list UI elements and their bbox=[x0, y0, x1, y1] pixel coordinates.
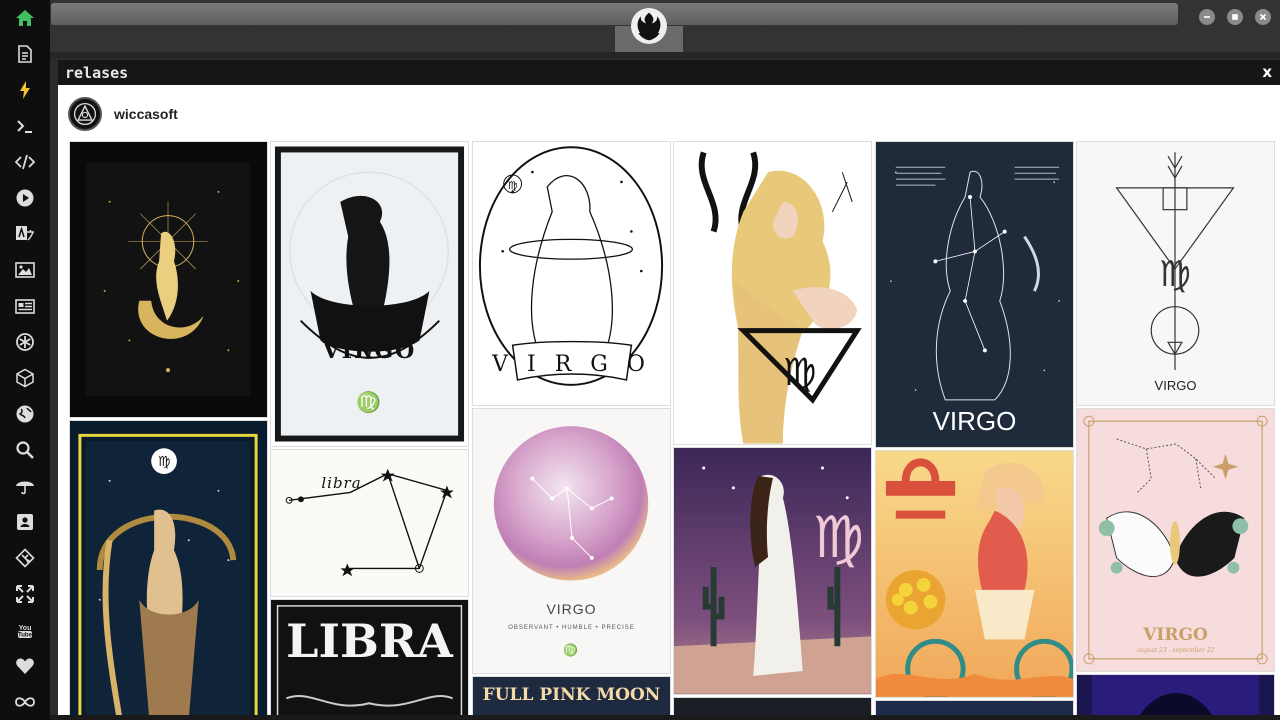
pin-virgo-blonde-illustration[interactable]: ♍ bbox=[673, 141, 872, 445]
toolbar-divider bbox=[50, 52, 1280, 58]
terminal-icon[interactable] bbox=[13, 114, 37, 138]
document-icon[interactable] bbox=[13, 42, 37, 66]
svg-text:♍: ♍ bbox=[1159, 254, 1191, 295]
news-icon[interactable] bbox=[13, 294, 37, 318]
tile-caption: FULL PINK MOON bbox=[482, 685, 661, 705]
expand-icon[interactable] bbox=[13, 582, 37, 606]
tile-subcaption: OBSERVANT • HUMBLE • PRECISE bbox=[508, 625, 635, 631]
svg-text:You: You bbox=[19, 625, 32, 632]
bottom-edge bbox=[50, 715, 1280, 720]
tile-caption: VIRGO bbox=[1143, 625, 1208, 645]
minimize-button[interactable] bbox=[1199, 9, 1215, 25]
releases-panel: relases x wiccasoft ♍ VIRGO ♍ libra LIBR… bbox=[58, 60, 1280, 720]
tile-caption: VIRGO bbox=[322, 338, 417, 364]
pin-virgo-desert-goddess[interactable]: ♍ bbox=[673, 447, 872, 695]
pin-purple-partial[interactable] bbox=[1076, 674, 1275, 720]
pin-virgo-ink-maiden[interactable]: ♍ V I R G O bbox=[472, 141, 671, 406]
pin-full-pink-moon[interactable]: FULL PINK MOON bbox=[472, 676, 671, 720]
heart-icon[interactable] bbox=[13, 654, 37, 678]
translate-icon[interactable] bbox=[13, 222, 37, 246]
umbrella-icon[interactable] bbox=[13, 474, 37, 498]
home-icon[interactable] bbox=[13, 6, 37, 30]
pin-virgo-pink-card[interactable]: VIRGO august 23 - september 22 bbox=[1076, 408, 1275, 672]
pin-virgo-tarot-card[interactable]: ♍ bbox=[69, 420, 268, 720]
svg-text:♍: ♍ bbox=[783, 350, 817, 394]
pin-virgo-gold-moon[interactable] bbox=[69, 141, 268, 418]
pin-libra-bicycle-girl[interactable] bbox=[875, 450, 1074, 698]
contact-icon[interactable] bbox=[13, 510, 37, 534]
maximize-button[interactable] bbox=[1227, 9, 1243, 25]
pin-libra-lettering[interactable]: LIBRA bbox=[270, 599, 469, 720]
pin-virgo-sketch-card[interactable]: VIRGO ♍ bbox=[270, 141, 469, 447]
sidebar-rail: You Tube bbox=[0, 0, 50, 720]
tile-caption: libra bbox=[321, 474, 362, 492]
tile-caption: VIRGO bbox=[932, 406, 1017, 436]
panel-header: relases x bbox=[58, 60, 1280, 85]
profile-header[interactable]: wiccasoft bbox=[68, 96, 178, 132]
close-window-button[interactable] bbox=[1255, 9, 1271, 25]
pin-virgo-geometric[interactable]: ♍ VIRGO bbox=[1076, 141, 1275, 406]
tile-subcaption: august 23 - september 22 bbox=[1136, 647, 1215, 654]
infinity-icon[interactable] bbox=[13, 690, 37, 714]
tile-caption: V I R G O bbox=[492, 352, 651, 377]
play-icon[interactable] bbox=[13, 186, 37, 210]
youtube-icon[interactable]: You Tube bbox=[13, 618, 37, 642]
virgo-glyph-icon: ♍ bbox=[356, 390, 383, 414]
profile-name[interactable]: wiccasoft bbox=[114, 106, 178, 122]
globe-icon[interactable] bbox=[13, 402, 37, 426]
pin-virgo-watercolor[interactable]: VIRGO OBSERVANT • HUMBLE • PRECISE ♍ bbox=[472, 408, 671, 674]
git-icon[interactable] bbox=[13, 546, 37, 570]
image-icon[interactable] bbox=[13, 258, 37, 282]
pin-libra-constellation[interactable]: libra bbox=[270, 449, 469, 597]
svg-text:♍: ♍ bbox=[158, 454, 170, 470]
rebel-alliance-logo-icon[interactable] bbox=[631, 8, 667, 44]
pin-virgo-constellation-figure[interactable]: VIRGO bbox=[875, 141, 1074, 448]
tile-caption: LIBRA bbox=[286, 614, 453, 668]
code-icon[interactable] bbox=[13, 150, 37, 174]
search-icon[interactable] bbox=[13, 438, 37, 462]
settings-cog-icon[interactable] bbox=[13, 330, 37, 354]
tile-caption: VIRGO bbox=[1154, 378, 1197, 393]
cube-icon[interactable] bbox=[13, 366, 37, 390]
tile-caption: VIRGO bbox=[546, 601, 597, 617]
avatar[interactable] bbox=[68, 97, 102, 131]
virgo-glyph-icon: ♍ bbox=[563, 643, 580, 657]
panel-close-button[interactable]: x bbox=[1262, 63, 1272, 81]
panel-title: relases bbox=[65, 64, 129, 82]
svg-text:♍: ♍ bbox=[508, 179, 518, 192]
svg-text:Tube: Tube bbox=[18, 633, 33, 639]
svg-text:♍: ♍ bbox=[813, 504, 864, 571]
lightning-icon[interactable] bbox=[13, 78, 37, 102]
address-bar[interactable] bbox=[51, 3, 1178, 25]
